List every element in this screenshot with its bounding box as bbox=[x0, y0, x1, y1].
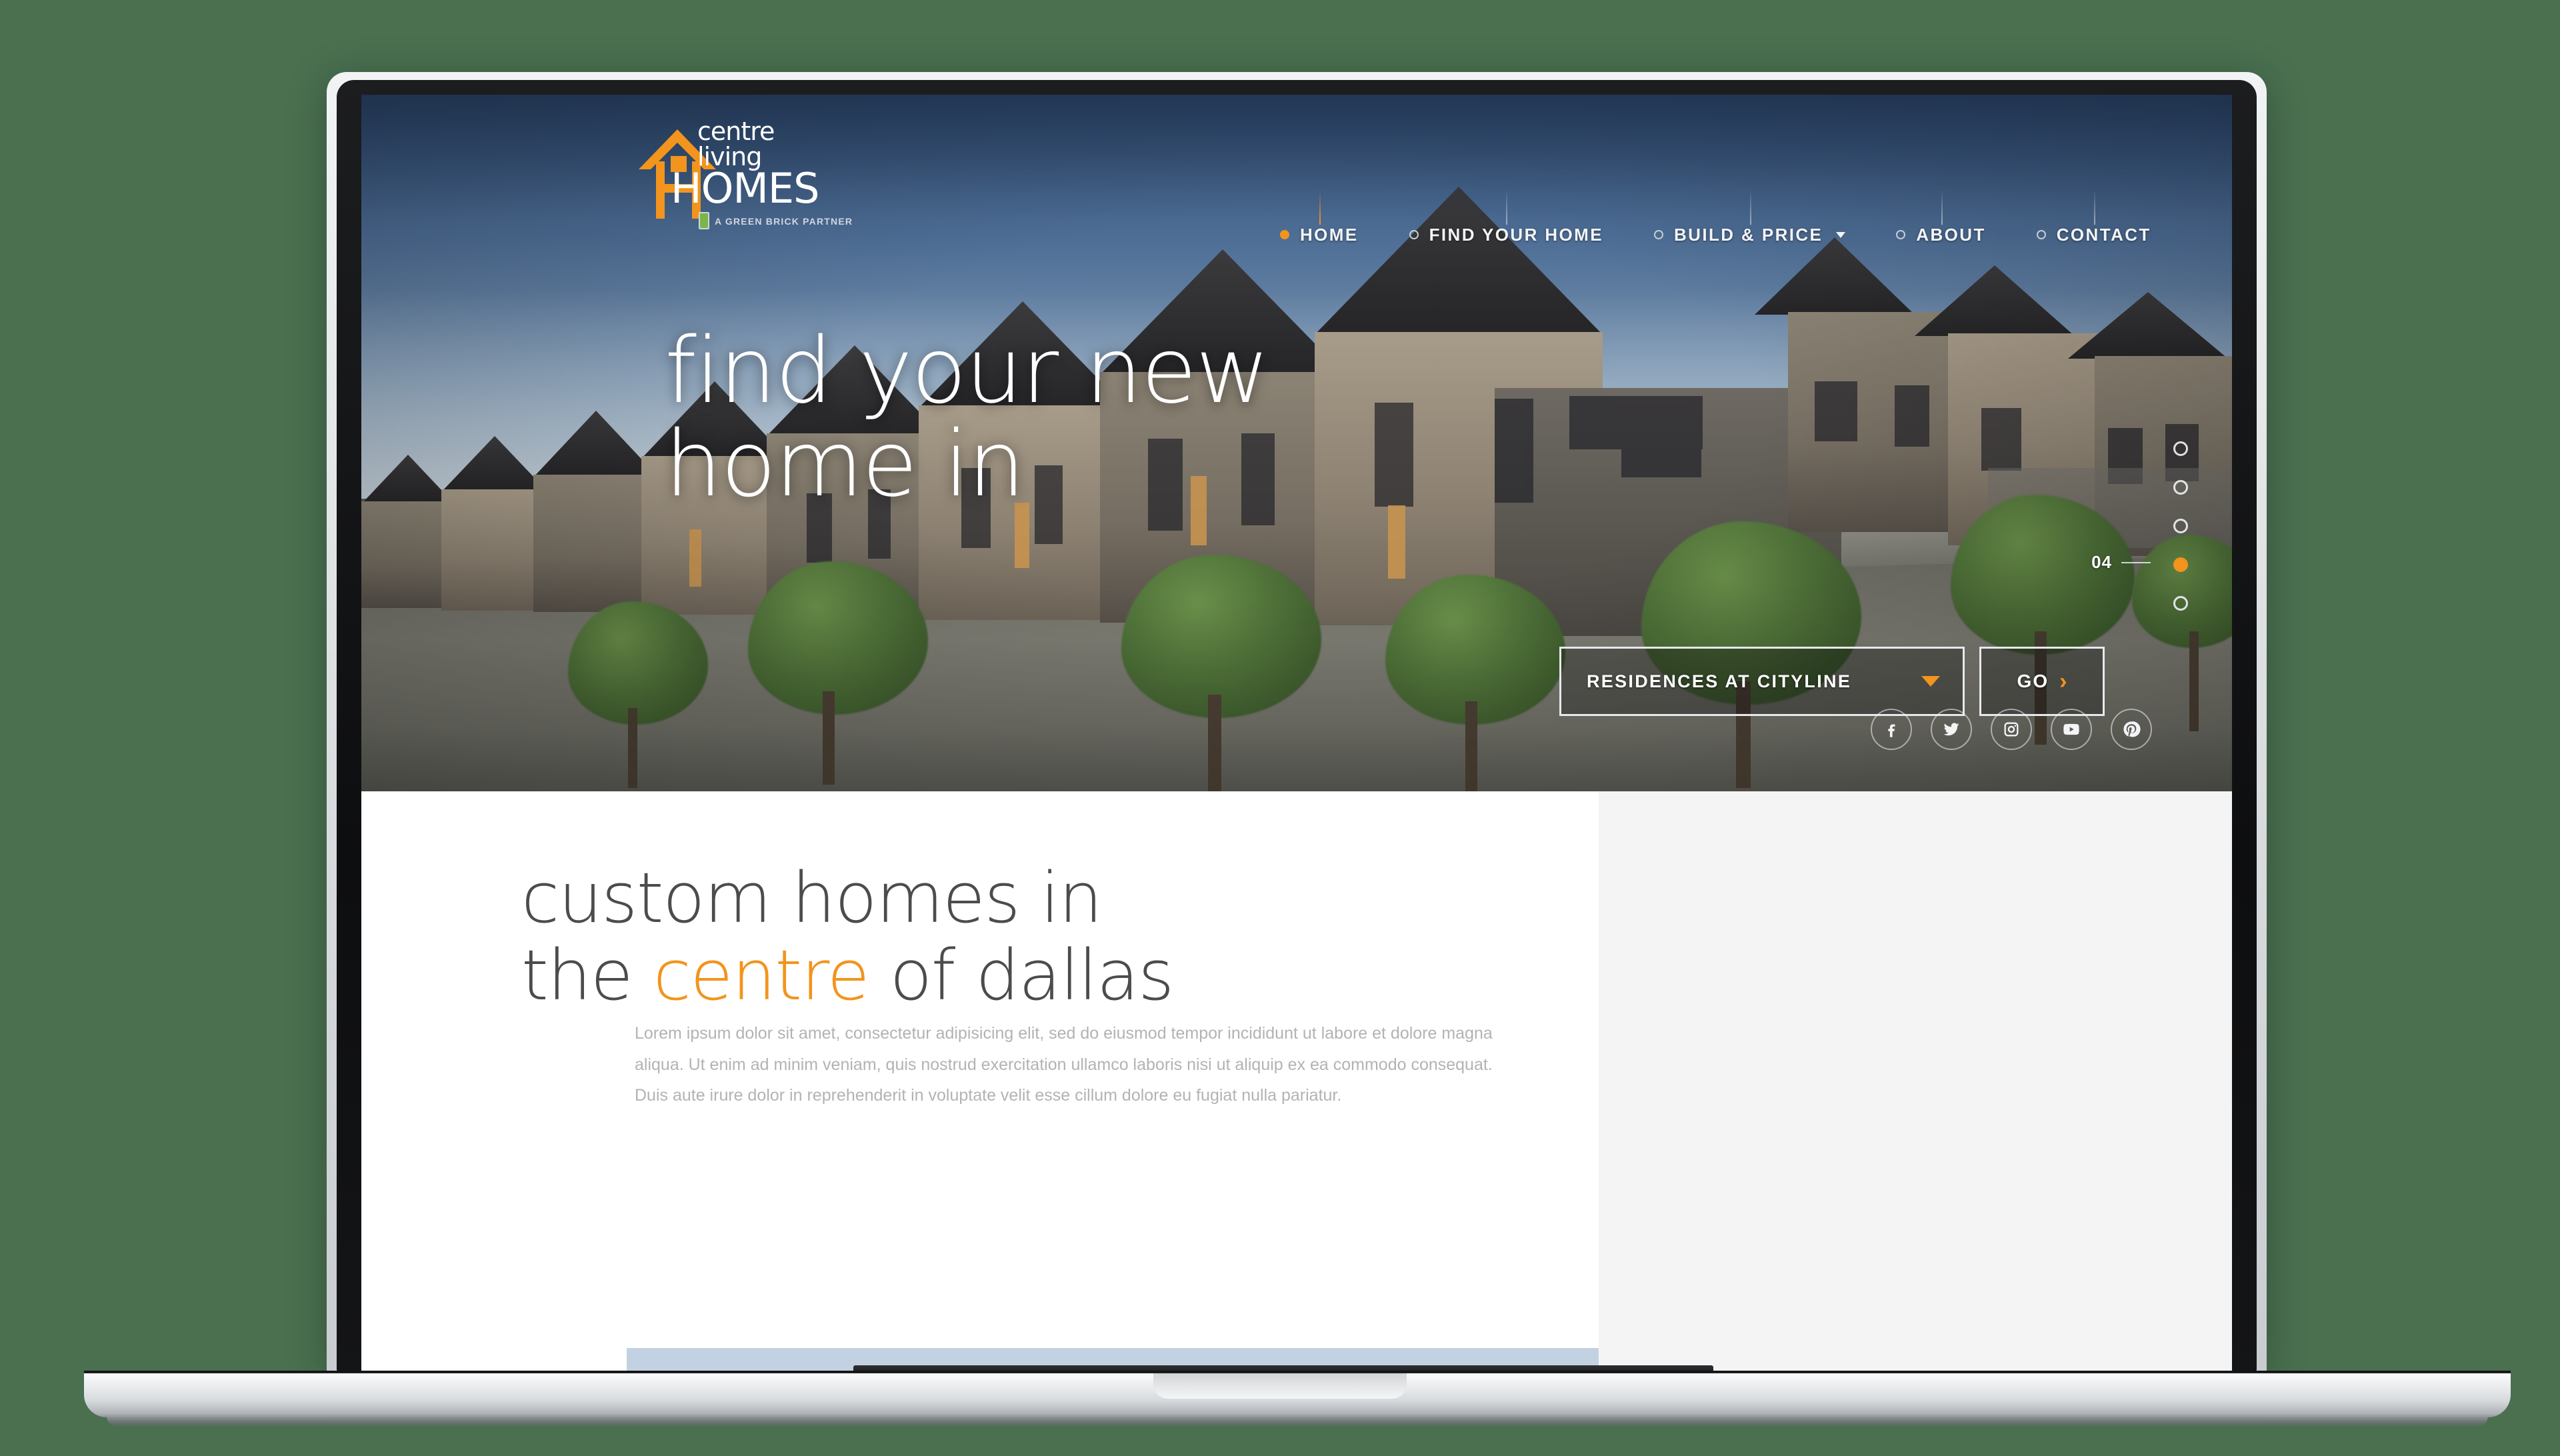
nav-tick-home bbox=[1319, 189, 1321, 225]
laptop-base-notch bbox=[1153, 1373, 1407, 1399]
slide-dot-1[interactable] bbox=[2173, 441, 2188, 456]
twitter-icon[interactable] bbox=[1931, 709, 1972, 750]
section-heading-line1: custom homes in bbox=[521, 857, 1103, 939]
slide-dot-3[interactable] bbox=[2173, 519, 2188, 533]
nav-label-find-your-home: FIND YOUR HOME bbox=[1429, 224, 1603, 245]
slide-counter-dash bbox=[2121, 561, 2151, 563]
nav-dot-home bbox=[1280, 230, 1289, 239]
site-header: centre living HOMES A GREEN BRICK PARTNE… bbox=[361, 95, 2232, 245]
nav-item-build-and-price[interactable]: BUILD & PRICE bbox=[1629, 189, 1871, 245]
nav-item-contact[interactable]: CONTACT bbox=[2011, 189, 2177, 245]
instagram-icon[interactable] bbox=[1991, 709, 2032, 750]
nav-tick-build-and-price bbox=[1749, 189, 1751, 225]
nav-label-about: ABOUT bbox=[1916, 224, 1986, 245]
content-section: custom homes in the centre of dallas Lor… bbox=[361, 791, 2232, 1371]
chevron-down-icon bbox=[1836, 231, 1846, 238]
logo-wordmark: centre living bbox=[697, 117, 775, 169]
hero-headline: find your new home in bbox=[665, 325, 2065, 511]
section-heading-accent: centre bbox=[653, 935, 870, 1017]
hero-search-form: RESIDENCES AT CITYLINE GO › bbox=[1559, 647, 2105, 716]
youtube-icon[interactable] bbox=[2051, 709, 2092, 750]
nav-item-about[interactable]: ABOUT bbox=[1871, 189, 2011, 245]
content-right-panel bbox=[1599, 791, 2232, 1371]
hero-headline-line1: find your new bbox=[665, 319, 1270, 424]
section-heading: custom homes in the centre of dallas bbox=[521, 859, 1495, 1015]
logo-tagline: A GREEN BRICK PARTNER bbox=[715, 216, 853, 227]
section-heading-prefix: the bbox=[521, 935, 653, 1017]
nav-item-find-your-home[interactable]: FIND YOUR HOME bbox=[1384, 189, 1629, 245]
hero-section: centre living HOMES A GREEN BRICK PARTNE… bbox=[361, 95, 2232, 791]
hero-slider-nav bbox=[2173, 441, 2188, 611]
site-logo[interactable]: centre living HOMES A GREEN BRICK PARTNE… bbox=[633, 116, 852, 229]
section-paragraph: Lorem ipsum dolor sit amet, consectetur … bbox=[635, 1024, 1493, 1105]
hero-headline-line2: home in bbox=[665, 412, 1025, 518]
browser-viewport: centre living HOMES A GREEN BRICK PARTNE… bbox=[361, 95, 2232, 1371]
community-select-value: RESIDENCES AT CITYLINE bbox=[1587, 671, 1852, 691]
section-heading-suffix: of dallas bbox=[869, 935, 1175, 1017]
content-left-panel: custom homes in the centre of dallas Lor… bbox=[361, 791, 1788, 1371]
slide-counter-number: 04 bbox=[2091, 552, 2112, 572]
facebook-icon[interactable] bbox=[1871, 709, 1912, 750]
nav-dot-contact bbox=[2036, 230, 2046, 239]
main-navigation: HOME FIND YOUR HOME BUILD & PRICE ABOUT … bbox=[1255, 189, 2177, 255]
nav-label-build-and-price: BUILD & PRICE bbox=[1673, 224, 1823, 245]
slide-dot-4[interactable] bbox=[2173, 557, 2188, 572]
nav-label-home: HOME bbox=[1300, 224, 1359, 245]
social-bar bbox=[1871, 709, 2152, 750]
go-button[interactable]: GO › bbox=[1979, 647, 2105, 716]
nav-tick-find-your-home bbox=[1506, 189, 1508, 225]
laptop-mockup: centre living HOMES A GREEN BRICK PARTNE… bbox=[0, 0, 2560, 1456]
community-select[interactable]: RESIDENCES AT CITYLINE bbox=[1559, 647, 1965, 716]
nav-dot-find-your-home bbox=[1409, 230, 1419, 239]
chevron-down-icon bbox=[1921, 676, 1940, 687]
slide-dot-2[interactable] bbox=[2173, 480, 2188, 495]
nav-label-contact: CONTACT bbox=[2056, 224, 2151, 245]
go-button-label: GO bbox=[2017, 671, 2049, 691]
chevron-right-icon: › bbox=[2059, 669, 2067, 694]
nav-item-home[interactable]: HOME bbox=[1255, 189, 1384, 245]
hero-copy: find your new home in bbox=[665, 325, 2065, 511]
green-brick-icon bbox=[699, 212, 709, 229]
nav-dot-build-and-price bbox=[1653, 230, 1663, 239]
pinterest-icon[interactable] bbox=[2111, 709, 2152, 750]
laptop-base-underside bbox=[107, 1416, 2488, 1427]
slide-counter: 04 bbox=[2091, 552, 2151, 573]
nav-dot-about bbox=[1896, 230, 1906, 239]
slide-dot-5[interactable] bbox=[2173, 596, 2188, 611]
logo-line-centre: centre bbox=[697, 117, 775, 146]
nav-tick-about bbox=[1941, 189, 1943, 225]
nav-tick-contact bbox=[2093, 189, 2095, 225]
logo-homes-wordmark: HOMES bbox=[671, 164, 819, 213]
